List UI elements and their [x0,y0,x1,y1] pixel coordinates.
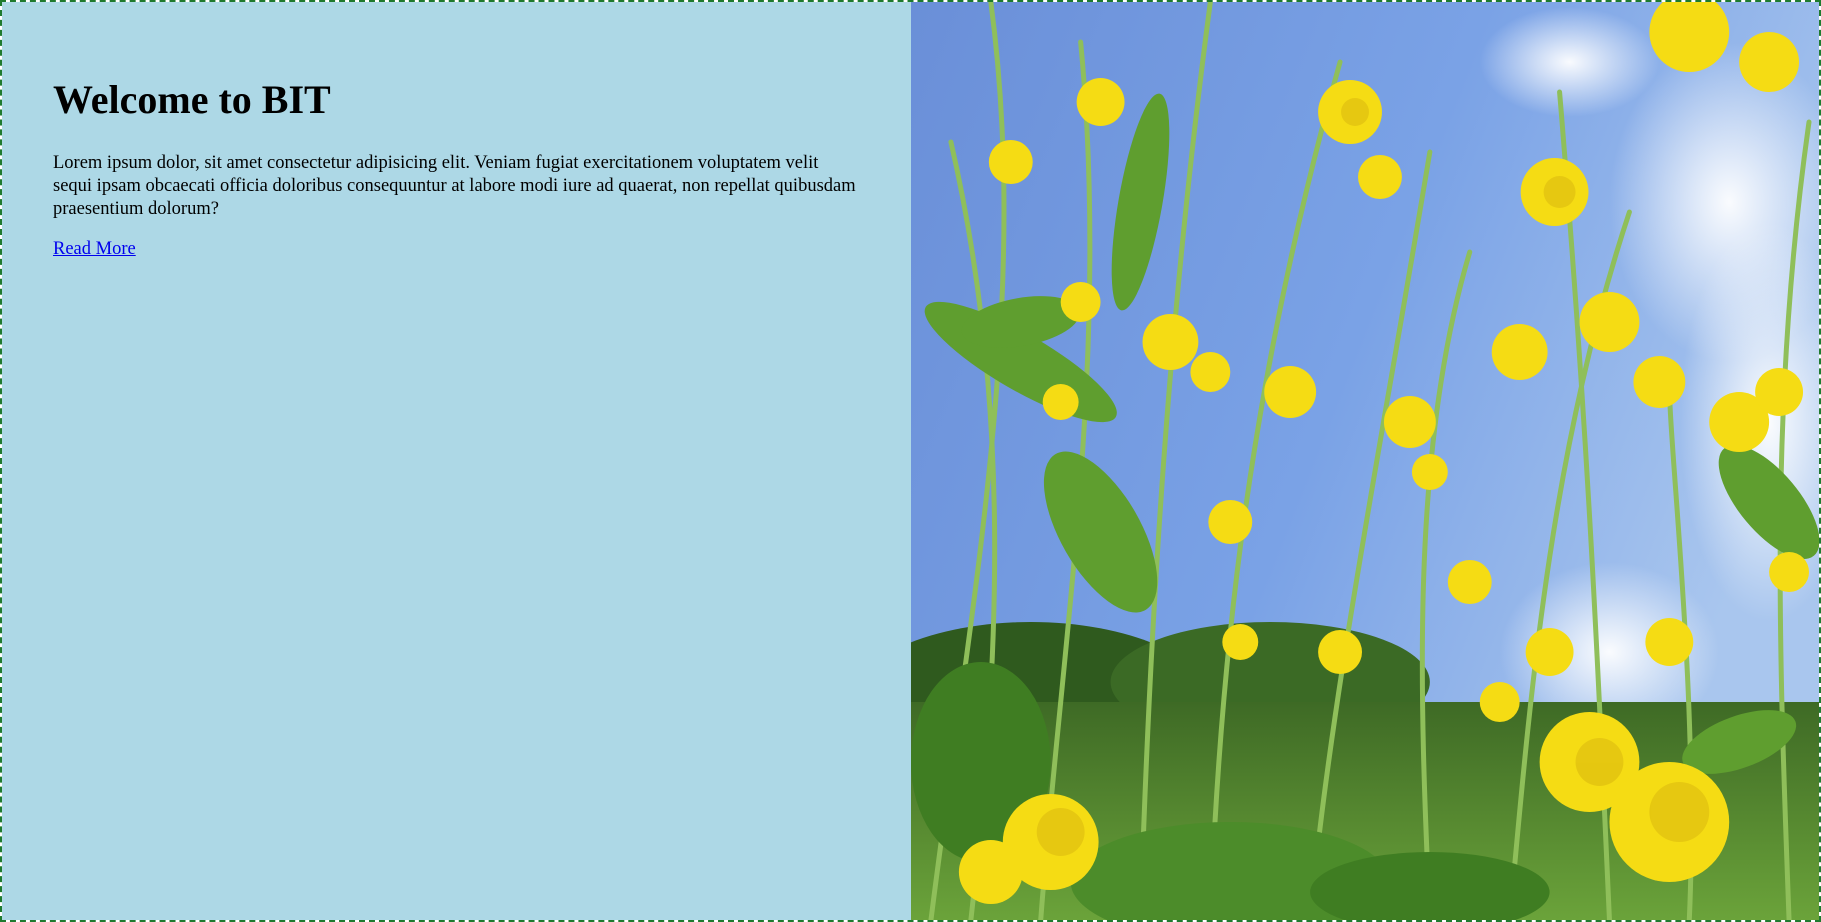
page-frame: Welcome to BIT Lorem ipsum dolor, sit am… [0,0,1821,922]
hero-image [911,2,1819,920]
hero-paragraph: Lorem ipsum dolor, sit amet consectetur … [53,153,856,219]
read-more-link[interactable]: Read More [53,239,136,259]
hero-text-panel: Welcome to BIT Lorem ipsum dolor, sit am… [2,2,911,920]
flower-field-photo [911,2,1819,920]
page-title: Welcome to BIT [53,77,331,122]
